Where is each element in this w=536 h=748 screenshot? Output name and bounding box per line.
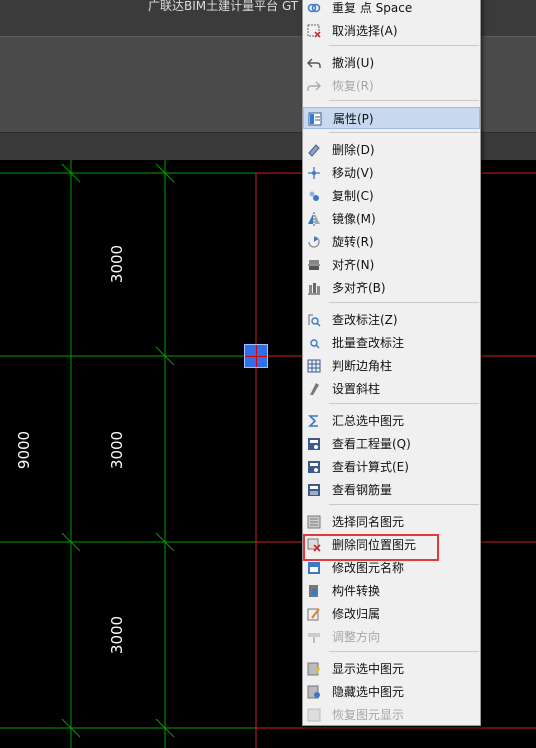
menu-separator <box>329 403 479 404</box>
menu-item-select-same-name[interactable]: 选择同名图元 <box>303 511 480 533</box>
sigma-icon <box>308 415 318 427</box>
menu-item-multi-align[interactable]: 多对齐(B) <box>303 277 480 299</box>
align-icon <box>308 260 320 270</box>
menu-item-mirror[interactable]: 镜像(M) <box>303 208 480 230</box>
menu-item-redo[interactable]: 恢复(R) <box>303 75 480 97</box>
menu-item-rotate[interactable]: 旋转(R) <box>303 231 480 253</box>
repeat-icon <box>307 3 321 13</box>
menu-item-show-selected[interactable]: 显示选中图元 <box>303 658 480 680</box>
menu-item-deselect[interactable]: 取消选择(A) <box>303 20 480 42</box>
corner-column-icon <box>307 359 321 373</box>
copy-icon <box>309 191 319 201</box>
menu-separator <box>329 100 479 101</box>
menu-separator <box>329 651 479 652</box>
dimension-label: 3000 <box>108 615 127 655</box>
ownership-icon <box>307 608 320 621</box>
redo-icon <box>307 81 321 91</box>
menu-item-adjust-direction[interactable]: 调整方向 <box>303 626 480 648</box>
menu-item-sum-selected[interactable]: 汇总选中图元 <box>303 410 480 432</box>
highlight-box <box>303 534 439 561</box>
menu-item-view-rebar[interactable]: 查看钢筋量 <box>303 479 480 501</box>
dimension-label: 9000 <box>15 430 34 470</box>
hide-element-icon <box>307 685 320 699</box>
menu-separator <box>329 132 479 133</box>
edit-annotation-icon <box>308 314 321 327</box>
mirror-icon <box>308 212 320 226</box>
menu-item-slant-column[interactable]: 设置斜柱 <box>303 378 480 400</box>
menu-item-corner-column[interactable]: 判断边角柱 <box>303 355 480 377</box>
menu-item-delete[interactable]: 删除(D) <box>303 139 480 161</box>
eraser-icon <box>308 144 320 157</box>
rename-icon <box>308 562 320 574</box>
dimension-label: 3000 <box>108 430 127 470</box>
show-element-icon <box>307 662 320 676</box>
menu-item-copy[interactable]: 复制(C) <box>303 185 480 207</box>
slant-column-icon <box>310 383 319 395</box>
menu-item-align[interactable]: 对齐(N) <box>303 254 480 276</box>
menu-item-move[interactable]: 移动(V) <box>303 162 480 184</box>
menu-separator <box>329 302 479 303</box>
properties-icon <box>308 112 322 126</box>
selection-grip[interactable] <box>244 344 268 368</box>
menu-item-edit-annotation[interactable]: 查改标注(Z) <box>303 309 480 331</box>
menu-item-restore-display[interactable]: 恢复图元显示 <box>303 704 480 726</box>
context-menu: 重复 点 Space 取消选择(A) 撤消(U) 恢复(R) 属性(P) 删除(… <box>302 0 481 726</box>
quantity-icon <box>308 438 320 450</box>
dimension-label: 3000 <box>108 244 127 284</box>
menu-item-repeat[interactable]: 重复 点 Space <box>303 0 480 19</box>
menu-item-convert-component[interactable]: 构件转换 <box>303 580 480 602</box>
formula-icon <box>308 461 320 473</box>
menu-item-view-formula[interactable]: 查看计算式(E) <box>303 456 480 478</box>
menu-item-batch-annotation[interactable]: 批量查改标注 <box>303 332 480 354</box>
multi-align-icon <box>308 283 320 295</box>
undo-icon <box>307 58 321 68</box>
convert-icon <box>309 585 318 597</box>
menu-item-undo[interactable]: 撤消(U) <box>303 52 480 74</box>
restore-display-icon <box>307 708 321 722</box>
menu-item-change-ownership[interactable]: 修改归属 <box>303 603 480 625</box>
window-title: 广联达BIM土建计量平台 GT <box>148 0 299 13</box>
menu-separator <box>329 45 479 46</box>
same-name-icon <box>307 515 321 529</box>
menu-separator <box>329 504 479 505</box>
menu-item-properties[interactable]: 属性(P) <box>303 107 480 129</box>
direction-icon <box>308 633 320 643</box>
deselect-icon <box>307 24 321 38</box>
menu-item-view-quantity[interactable]: 查看工程量(Q) <box>303 433 480 455</box>
rebar-icon <box>308 484 320 496</box>
rotate-icon <box>308 236 320 248</box>
move-icon <box>308 167 320 179</box>
menu-item-hide-selected[interactable]: 隐藏选中图元 <box>303 681 480 703</box>
batch-annotation-icon <box>310 339 320 349</box>
